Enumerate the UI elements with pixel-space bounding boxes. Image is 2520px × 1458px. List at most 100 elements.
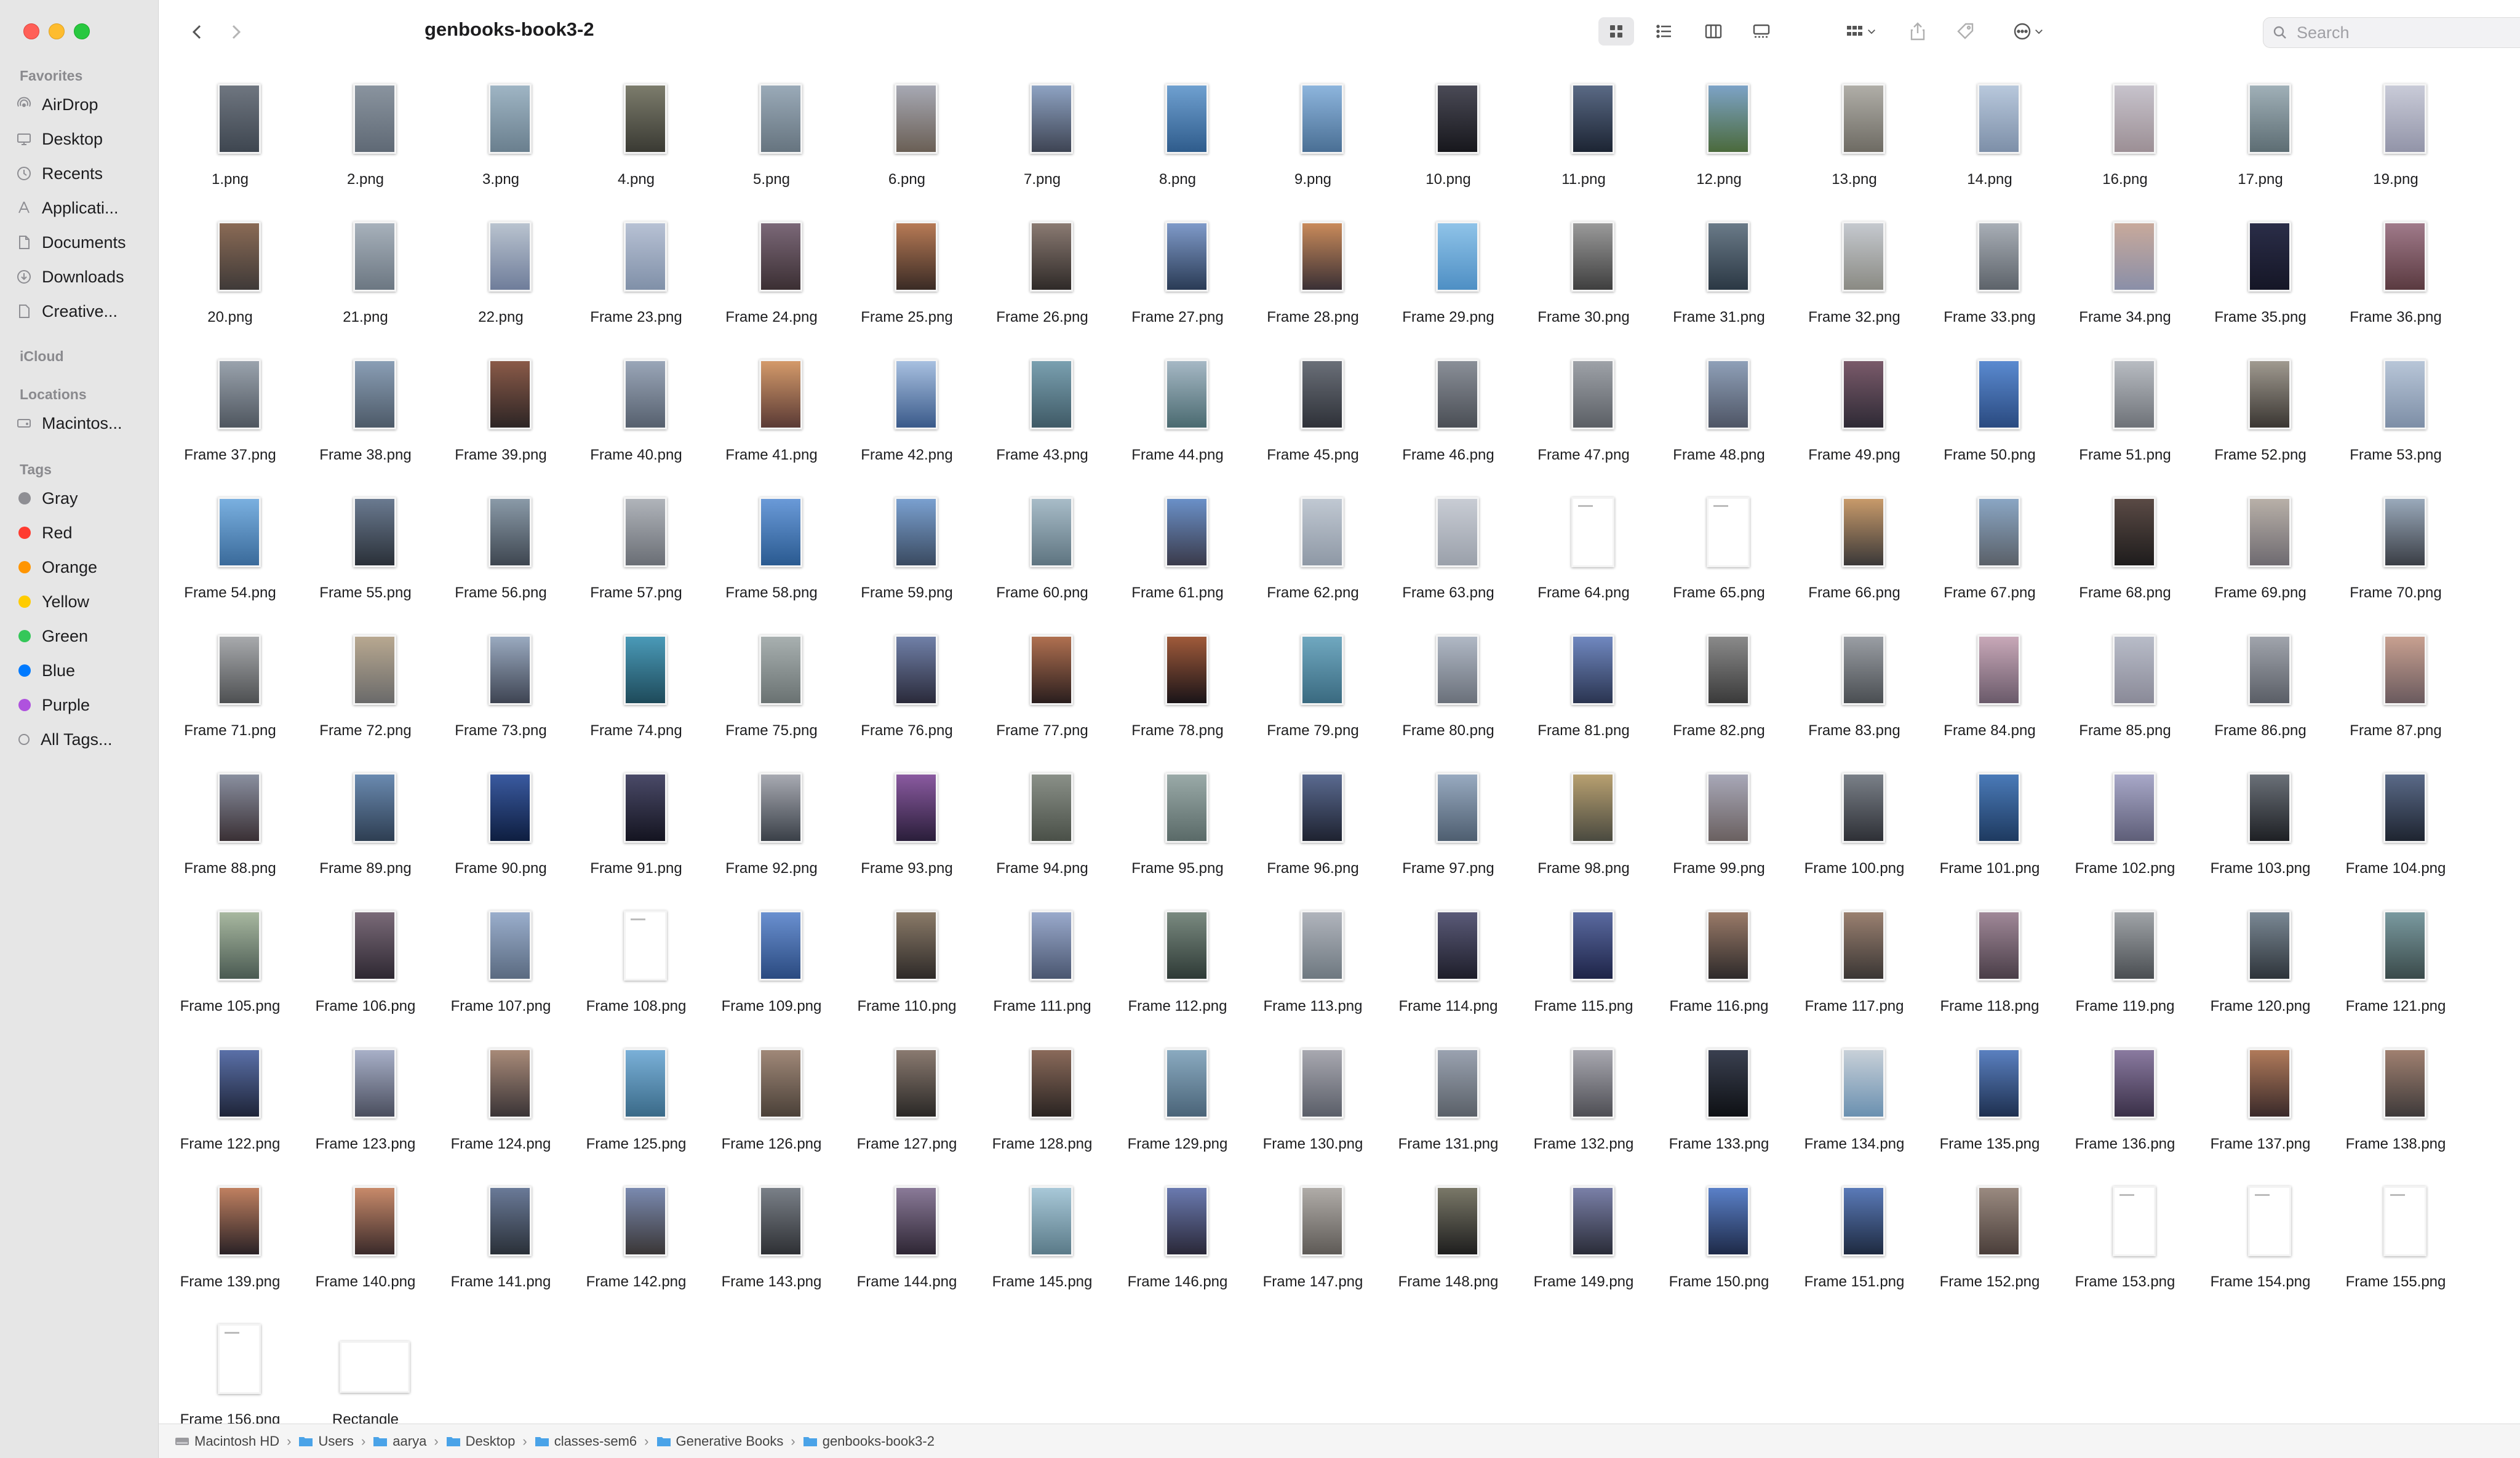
file-item[interactable]: Frame 87.png bbox=[2328, 616, 2463, 752]
file-item[interactable]: Frame 46.png bbox=[1381, 341, 1516, 476]
file-item[interactable]: Frame 40.png bbox=[568, 341, 704, 476]
file-item[interactable]: Frame 103.png bbox=[2193, 754, 2328, 890]
file-item[interactable]: Frame 149.png bbox=[1516, 1168, 1651, 1303]
file-item[interactable]: Frame 30.png bbox=[1516, 203, 1651, 338]
file-item[interactable]: 5.png bbox=[704, 65, 839, 201]
file-item[interactable]: Frame 131.png bbox=[1381, 1030, 1516, 1165]
file-item[interactable]: Frame 79.png bbox=[1245, 616, 1381, 752]
file-item[interactable]: Frame 148.png bbox=[1381, 1168, 1516, 1303]
file-item[interactable]: Frame 28.png bbox=[1245, 203, 1381, 338]
file-item[interactable]: Frame 113.png bbox=[1245, 892, 1381, 1027]
file-item[interactable]: Frame 76.png bbox=[839, 616, 975, 752]
file-item[interactable]: Frame 29.png bbox=[1381, 203, 1516, 338]
file-item[interactable]: Frame 154.png bbox=[2193, 1168, 2328, 1303]
file-item[interactable]: Frame 59.png bbox=[839, 479, 975, 614]
file-item[interactable]: Frame 110.png bbox=[839, 892, 975, 1027]
path-segment[interactable]: Users bbox=[298, 1433, 354, 1449]
file-item[interactable]: Frame 56.png bbox=[433, 479, 568, 614]
file-item[interactable]: Frame 152.png bbox=[1922, 1168, 2057, 1303]
file-item[interactable]: Frame 58.png bbox=[704, 479, 839, 614]
group-by-button[interactable] bbox=[1833, 17, 1889, 46]
file-item[interactable]: Frame 68.png bbox=[2057, 479, 2193, 614]
sidebar-tag-gray[interactable]: Gray bbox=[16, 485, 78, 512]
file-item[interactable]: 6.png bbox=[839, 65, 975, 201]
sidebar-item-downloads[interactable]: Downloads bbox=[16, 263, 124, 290]
search-field[interactable] bbox=[2263, 17, 2520, 48]
file-item[interactable]: Frame 123.png bbox=[298, 1030, 433, 1165]
file-item[interactable]: Frame 135.png bbox=[1922, 1030, 2057, 1165]
file-item[interactable]: Frame 125.png bbox=[568, 1030, 704, 1165]
sidebar-tag-all[interactable]: All Tags... bbox=[16, 726, 113, 753]
file-item[interactable]: Frame 126.png bbox=[704, 1030, 839, 1165]
file-item[interactable]: Rectangle bbox=[298, 1305, 433, 1441]
file-item[interactable]: 12.png bbox=[1651, 65, 1787, 201]
file-item[interactable]: Frame 63.png bbox=[1381, 479, 1516, 614]
file-item[interactable]: Frame 45.png bbox=[1245, 341, 1381, 476]
file-item[interactable]: Frame 26.png bbox=[975, 203, 1110, 338]
file-item[interactable]: Frame 84.png bbox=[1922, 616, 2057, 752]
file-item[interactable]: Frame 143.png bbox=[704, 1168, 839, 1303]
file-item[interactable]: Frame 119.png bbox=[2057, 892, 2193, 1027]
file-item[interactable]: Frame 74.png bbox=[568, 616, 704, 752]
sidebar-item-airdrop[interactable]: AirDrop bbox=[16, 91, 98, 118]
file-item[interactable]: Frame 117.png bbox=[1787, 892, 1922, 1027]
file-item[interactable]: Frame 136.png bbox=[2057, 1030, 2193, 1165]
file-item[interactable]: Frame 61.png bbox=[1110, 479, 1245, 614]
file-item[interactable]: Frame 130.png bbox=[1245, 1030, 1381, 1165]
file-item[interactable]: Frame 64.png bbox=[1516, 479, 1651, 614]
path-segment[interactable]: aarya bbox=[373, 1433, 426, 1449]
gallery-view-button[interactable] bbox=[1744, 17, 1779, 46]
file-item[interactable]: Frame 153.png bbox=[2057, 1168, 2193, 1303]
more-actions-button[interactable] bbox=[2001, 17, 2056, 46]
file-item[interactable]: 8.png bbox=[1110, 65, 1245, 201]
file-item[interactable]: Frame 121.png bbox=[2328, 892, 2463, 1027]
file-item[interactable]: Frame 90.png bbox=[433, 754, 568, 890]
file-item[interactable]: Frame 137.png bbox=[2193, 1030, 2328, 1165]
zoom-window-button[interactable] bbox=[74, 23, 90, 39]
file-item[interactable]: Frame 120.png bbox=[2193, 892, 2328, 1027]
file-item[interactable]: Frame 34.png bbox=[2057, 203, 2193, 338]
file-item[interactable]: 10.png bbox=[1381, 65, 1516, 201]
file-item[interactable]: Frame 134.png bbox=[1787, 1030, 1922, 1165]
search-input[interactable] bbox=[2295, 22, 2520, 43]
file-item[interactable]: Frame 116.png bbox=[1651, 892, 1787, 1027]
file-item[interactable]: Frame 122.png bbox=[162, 1030, 298, 1165]
path-segment[interactable]: classes-sem6 bbox=[535, 1433, 637, 1449]
file-item[interactable]: Frame 66.png bbox=[1787, 479, 1922, 614]
file-item[interactable]: Frame 124.png bbox=[433, 1030, 568, 1165]
file-item[interactable]: Frame 109.png bbox=[704, 892, 839, 1027]
file-item[interactable]: Frame 118.png bbox=[1922, 892, 2057, 1027]
sidebar-item-creative[interactable]: Creative... bbox=[16, 298, 118, 325]
file-item[interactable]: Frame 101.png bbox=[1922, 754, 2057, 890]
file-item[interactable]: Frame 85.png bbox=[2057, 616, 2193, 752]
file-item[interactable]: 21.png bbox=[298, 203, 433, 338]
file-item[interactable]: Frame 71.png bbox=[162, 616, 298, 752]
file-item[interactable]: Frame 67.png bbox=[1922, 479, 2057, 614]
file-item[interactable]: Frame 77.png bbox=[975, 616, 1110, 752]
file-item[interactable]: 9.png bbox=[1245, 65, 1381, 201]
file-item[interactable]: 13.png bbox=[1787, 65, 1922, 201]
file-item[interactable]: Frame 91.png bbox=[568, 754, 704, 890]
file-item[interactable]: Frame 105.png bbox=[162, 892, 298, 1027]
sidebar-item-desktop[interactable]: Desktop bbox=[16, 125, 103, 153]
file-item[interactable]: Frame 142.png bbox=[568, 1168, 704, 1303]
sidebar-tag-orange[interactable]: Orange bbox=[16, 554, 97, 581]
file-item[interactable]: Frame 42.png bbox=[839, 341, 975, 476]
file-item[interactable]: Frame 72.png bbox=[298, 616, 433, 752]
file-item[interactable]: Frame 31.png bbox=[1651, 203, 1787, 338]
file-item[interactable]: Frame 57.png bbox=[568, 479, 704, 614]
file-item[interactable]: Frame 70.png bbox=[2328, 479, 2463, 614]
file-item[interactable]: Frame 93.png bbox=[839, 754, 975, 890]
file-item[interactable]: Frame 53.png bbox=[2328, 341, 2463, 476]
sidebar-item-documents[interactable]: Documents bbox=[16, 229, 126, 256]
back-button[interactable] bbox=[182, 20, 213, 44]
file-item[interactable]: Frame 138.png bbox=[2328, 1030, 2463, 1165]
file-item[interactable]: Frame 86.png bbox=[2193, 616, 2328, 752]
file-item[interactable]: Frame 65.png bbox=[1651, 479, 1787, 614]
file-item[interactable]: Frame 75.png bbox=[704, 616, 839, 752]
file-item[interactable]: Frame 37.png bbox=[162, 341, 298, 476]
forward-button[interactable] bbox=[220, 20, 251, 44]
minimize-window-button[interactable] bbox=[49, 23, 65, 39]
close-window-button[interactable] bbox=[23, 23, 39, 39]
file-item[interactable]: Frame 24.png bbox=[704, 203, 839, 338]
